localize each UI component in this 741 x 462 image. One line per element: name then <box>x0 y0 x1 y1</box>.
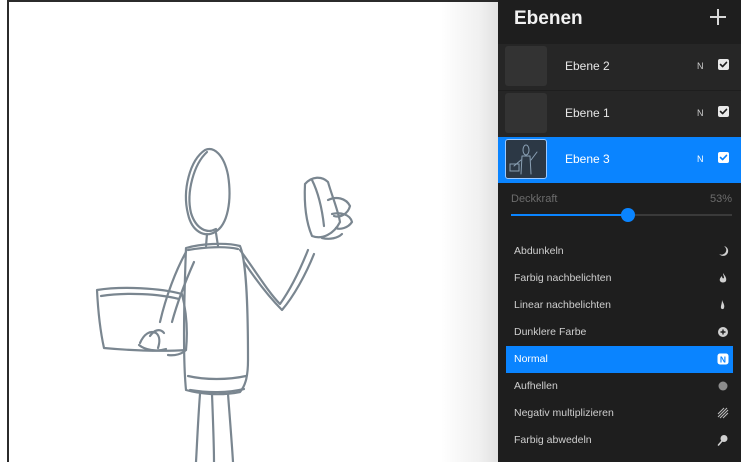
layer-row-ebene-1[interactable]: Ebene 1 N <box>498 91 741 137</box>
layer-blend-mode-badge[interactable]: N <box>697 61 704 71</box>
checkmark-icon <box>719 108 728 115</box>
blend-mode-list: Abdunkeln Farbig nachbelichten Linear na… <box>498 238 741 454</box>
layer-visibility-checkbox[interactable] <box>718 152 729 163</box>
layers-panel-title: Ebenen <box>514 8 583 29</box>
layer-thumbnail <box>505 93 547 133</box>
layer-name: Ebene 3 <box>565 152 610 166</box>
layers-panel-header: Ebenen <box>498 0 741 42</box>
blend-mode-farbig-nachbelichten[interactable]: Farbig nachbelichten <box>498 265 741 292</box>
layer-thumbnail <box>505 46 547 86</box>
opacity-slider[interactable] <box>511 208 732 222</box>
layer-name: Ebene 1 <box>565 106 610 120</box>
layer-blend-mode-badge[interactable]: N <box>697 154 704 164</box>
layer-blend-mode-badge[interactable]: N <box>697 108 704 118</box>
blend-mode-farbig-abwedeln[interactable]: Farbig abwedeln <box>498 427 741 454</box>
blend-mode-label: Normal <box>514 353 548 365</box>
blend-mode-aufhellen[interactable]: Aufhellen <box>498 373 741 400</box>
blend-mode-negativ-multiplizieren[interactable]: Negativ multiplizieren <box>498 400 741 427</box>
flame-icon <box>720 300 725 310</box>
blend-mode-linear-nachbelichten[interactable]: Linear nachbelichten <box>498 292 741 319</box>
blend-mode-label: Negativ multiplizieren <box>514 407 614 419</box>
blend-mode-label: Dunklere Farbe <box>514 326 587 338</box>
blend-mode-label: Aufhellen <box>514 380 558 392</box>
blend-mode-normal[interactable]: Normal N <box>506 346 733 373</box>
opacity-value: 53% <box>709 193 732 205</box>
blend-mode-label: Linear nachbelichten <box>514 299 611 311</box>
blend-mode-label: Farbig abwedeln <box>514 434 592 446</box>
checkmark-icon <box>719 154 728 161</box>
opacity-label: Deckkraft <box>511 193 558 205</box>
checkmark-icon <box>719 61 728 68</box>
panel-shadow <box>440 0 506 462</box>
layer-visibility-checkbox[interactable] <box>718 106 729 117</box>
layer-thumbnail <box>505 139 547 179</box>
layer-name: Ebene 2 <box>565 59 610 73</box>
layers-panel: Ebenen Ebene 2 N Ebene 1 N Ebene 3 N Dec… <box>498 0 741 462</box>
burn-icon <box>719 273 727 283</box>
hatch-icon <box>717 407 729 419</box>
moon-icon <box>719 246 729 256</box>
dodge-icon <box>717 435 728 446</box>
svg-text:N: N <box>720 354 726 364</box>
layer-row-ebene-3[interactable]: Ebene 3 N <box>498 137 741 183</box>
blend-mode-label: Farbig nachbelichten <box>514 272 612 284</box>
layer-row-ebene-2[interactable]: Ebene 2 N <box>498 44 741 90</box>
blend-mode-dunklere-farbe[interactable]: Dunklere Farbe <box>498 319 741 346</box>
add-layer-button[interactable] <box>707 6 729 28</box>
layer-thumbnail-sketch <box>509 144 538 175</box>
figure-sketch <box>95 148 354 462</box>
opacity-slider-handle[interactable] <box>621 208 636 222</box>
layer-visibility-checkbox[interactable] <box>718 59 729 70</box>
plus-circle-icon <box>718 327 728 337</box>
blend-mode-abdunkeln[interactable]: Abdunkeln <box>498 238 741 265</box>
circle-icon <box>718 381 728 391</box>
opacity-slider-fill <box>511 214 629 216</box>
blend-mode-label: Abdunkeln <box>514 245 564 257</box>
n-badge-icon: N <box>717 353 729 365</box>
